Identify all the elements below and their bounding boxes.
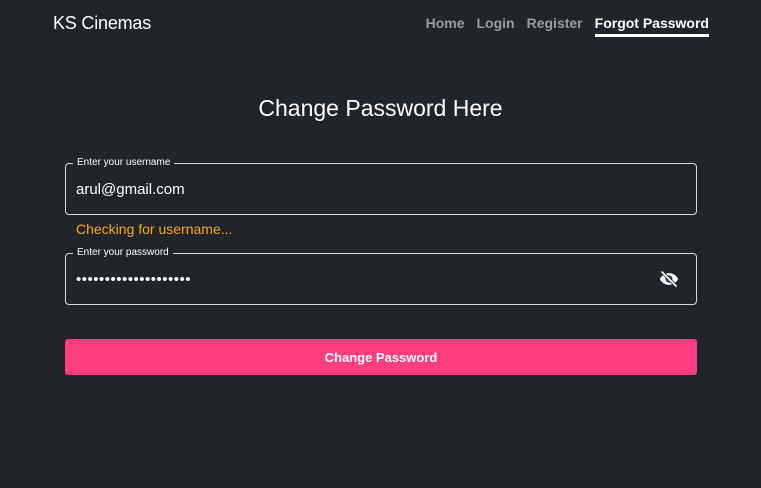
nav-links: Home Login Register Forgot Password	[426, 15, 709, 37]
change-password-button[interactable]: Change Password	[65, 339, 697, 375]
username-field: Enter your username	[65, 157, 697, 215]
eye-slash-icon[interactable]	[658, 269, 680, 289]
password-input[interactable]	[76, 254, 646, 304]
username-status-message: Checking for username...	[76, 221, 233, 237]
username-input[interactable]	[76, 164, 646, 214]
nav-register-link[interactable]: Register	[527, 15, 583, 37]
brand-logo[interactable]: KS Cinemas	[53, 13, 151, 34]
nav-login-link[interactable]: Login	[477, 15, 515, 37]
page-title: Change Password Here	[258, 95, 503, 121]
nav-home-link[interactable]: Home	[426, 15, 465, 37]
password-field: Enter your password	[65, 247, 697, 305]
navbar: KS Cinemas Home Login Register Forgot Pa…	[0, 0, 761, 46]
nav-forgot-password-link[interactable]: Forgot Password	[594, 15, 709, 37]
